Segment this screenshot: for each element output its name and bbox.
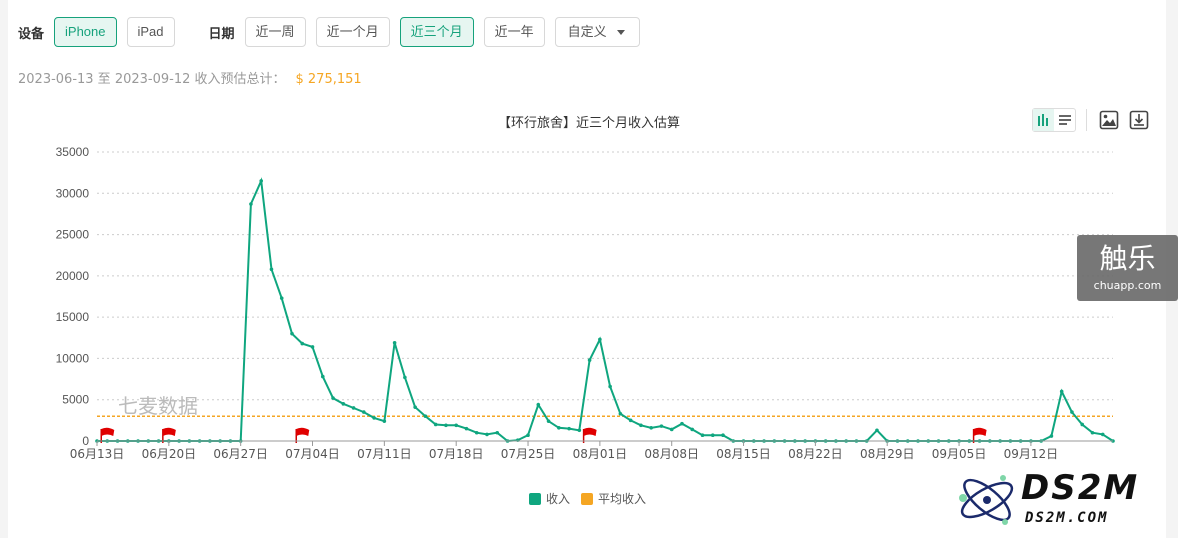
income-data-point <box>433 422 438 427</box>
income-data-point <box>372 416 376 420</box>
income-series-line <box>97 177 1114 443</box>
income-data-point <box>464 426 469 431</box>
x-tick-label: 09月05日 <box>932 447 987 461</box>
income-data-point <box>403 375 407 380</box>
income-data-point <box>690 427 695 432</box>
chuapp-watermark-badge: 触乐 chuapp.com <box>1077 235 1178 301</box>
logo-brand-text: DS2M <box>1021 468 1140 508</box>
logo-site-text: DS2M.COM <box>1025 510 1109 526</box>
legend-average-label: 平均收入 <box>598 492 646 506</box>
income-data-point <box>680 421 684 426</box>
income-data-point <box>1070 410 1074 414</box>
income-data-point <box>618 411 623 416</box>
income-data-point <box>444 423 448 428</box>
income-data-point <box>710 433 715 438</box>
y-tick-label: 30000 <box>56 186 90 200</box>
income-data-point <box>875 428 879 433</box>
income-data-point <box>320 374 325 379</box>
income-data-point <box>392 340 397 345</box>
income-data-point <box>290 331 294 336</box>
income-data-point <box>526 433 530 438</box>
y-tick-label: 0 <box>82 434 89 448</box>
income-data-point <box>587 358 592 362</box>
x-tick-label: 07月18日 <box>429 447 484 461</box>
income-data-point <box>341 402 346 406</box>
income-data-point <box>1049 434 1054 438</box>
income-data-point <box>700 433 705 438</box>
income-data-point <box>362 410 366 414</box>
chart-watermark-text: 七麦数据 <box>118 394 198 418</box>
income-data-point <box>557 425 561 430</box>
flag-cloth <box>973 427 987 436</box>
atom-logo-icon <box>959 475 1014 525</box>
income-data-point <box>423 414 428 419</box>
income-data-point <box>454 423 458 428</box>
ds2m-logo: DS2M DS2M.COM <box>955 468 1170 534</box>
income-data-point <box>567 426 571 431</box>
flag-cloth <box>583 427 597 436</box>
income-data-point <box>310 345 315 349</box>
income-data-point <box>669 427 674 432</box>
y-tick-label: 5000 <box>62 393 89 407</box>
income-data-point <box>536 402 541 407</box>
income-data-point <box>382 419 387 423</box>
income-data-point <box>474 430 479 435</box>
income-data-point <box>639 423 643 428</box>
legend-income-swatch <box>529 493 541 505</box>
badge-big-text: 触乐 <box>1099 242 1156 275</box>
income-data-point <box>598 337 602 342</box>
income-data-point <box>1080 422 1085 427</box>
income-data-point <box>413 405 417 409</box>
income-data-point <box>628 418 633 423</box>
x-tick-label: 08月01日 <box>573 447 628 461</box>
income-data-point <box>659 424 664 428</box>
flag-cloth <box>296 427 310 436</box>
legend-average-swatch <box>581 493 593 505</box>
y-tick-label: 20000 <box>56 269 90 283</box>
x-tick-label: 08月29日 <box>860 447 915 461</box>
y-tick-label: 35000 <box>56 145 90 159</box>
flag-cloth <box>162 427 176 436</box>
line-chart: 0 5000 10000 15000 20000 25000 30000 35000 七麦数据… <box>56 145 1115 506</box>
x-tick-label: 06月13日 <box>70 447 125 461</box>
income-data-point <box>279 296 284 300</box>
income-data-point <box>577 428 582 433</box>
income-data-point <box>649 425 653 430</box>
x-tick-label: 07月04日 <box>285 447 340 461</box>
income-data-point <box>721 433 725 438</box>
x-tick-label: 06月27日 <box>213 447 268 461</box>
y-tick-label: 10000 <box>56 351 90 365</box>
x-tick-label: 07月25日 <box>501 447 556 461</box>
income-data-point <box>1090 430 1095 435</box>
income-data-point <box>1059 389 1064 394</box>
income-data-point <box>546 419 551 423</box>
income-data-point <box>1100 432 1105 437</box>
x-tick-label: 08月08日 <box>644 447 699 461</box>
badge-small-text: chuapp.com <box>1093 279 1162 292</box>
income-data-point <box>331 396 335 400</box>
x-tick-label: 09月12日 <box>1004 447 1059 461</box>
income-data-point <box>259 179 264 183</box>
y-tick-label: 15000 <box>56 310 90 324</box>
income-data-point <box>249 202 253 206</box>
y-tick-label: 25000 <box>56 228 90 242</box>
x-tick-label: 07月11日 <box>357 447 412 461</box>
legend-income-label: 收入 <box>546 492 570 506</box>
income-data-point <box>485 432 489 437</box>
x-tick-label: 08月15日 <box>716 447 771 461</box>
income-data-point <box>300 341 305 346</box>
x-tick-label: 08月22日 <box>788 447 843 461</box>
income-data-point <box>351 406 356 410</box>
income-data-point <box>269 267 274 272</box>
x-tick-label: 06月20日 <box>142 447 197 461</box>
income-data-point <box>608 384 612 389</box>
income-data-point <box>495 430 500 435</box>
flag-cloth <box>101 427 115 436</box>
